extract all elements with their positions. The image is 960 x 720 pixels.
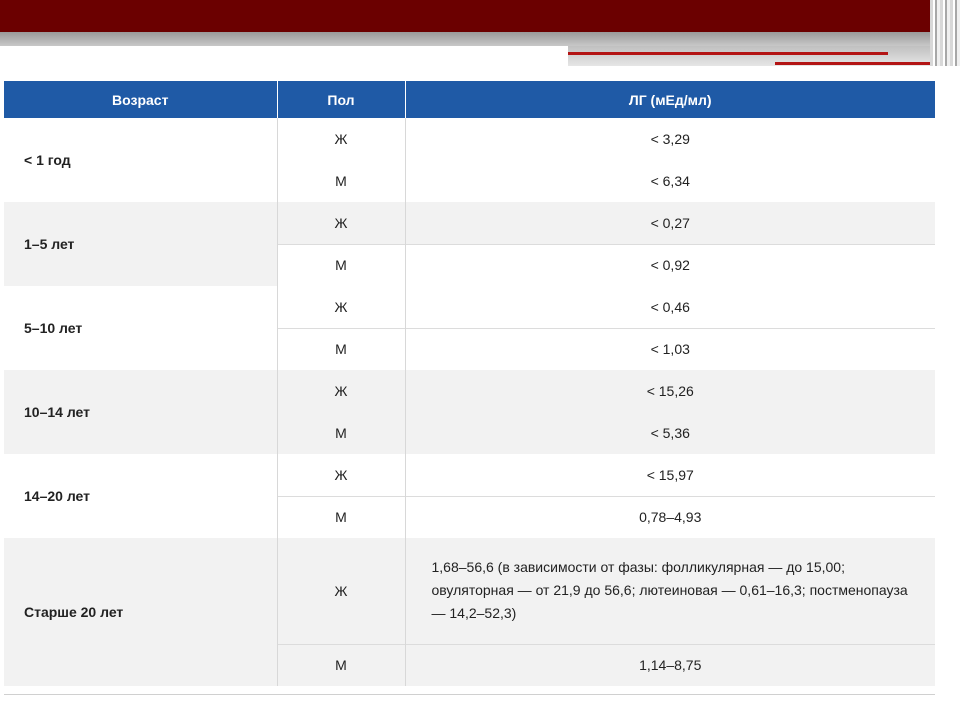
sex-cell: М [277, 412, 406, 454]
header-accent-line-short [775, 62, 940, 65]
age-cell: Старше 20 лет [4, 538, 278, 686]
age-cell: 10–14 лет [4, 370, 278, 454]
lh-value-cell: < 0,27 [405, 202, 935, 244]
age-cell: 14–20 лет [4, 454, 278, 538]
lh-value-cell: 1,68–56,6 (в зависимости от фазы: фоллик… [405, 538, 935, 644]
sex-cell: М [277, 243, 406, 286]
table-row: 5–10 лет Ж < 0,46 [4, 286, 935, 370]
slide: Возраст Пол ЛГ (мЕд/мл) < 1 год Ж < 3,29… [0, 0, 960, 720]
lh-value-cell: < 0,92 [405, 243, 935, 286]
header-sex: Пол [277, 81, 406, 118]
lh-value-cell: 0,78–4,93 [405, 495, 935, 538]
reference-table: Возраст Пол ЛГ (мЕд/мл) < 1 год Ж < 3,29… [4, 81, 935, 686]
sex-cell: Ж [277, 202, 406, 244]
header-age: Возраст [4, 81, 278, 118]
sex-cell: М [277, 160, 406, 202]
lh-value-cell: < 15,97 [405, 454, 935, 496]
sex-cell: Ж [277, 454, 406, 496]
header-stripes [930, 0, 960, 66]
age-cell: 5–10 лет [4, 286, 278, 370]
header-gray-band [0, 32, 930, 46]
sex-cell: Ж [277, 286, 406, 328]
table-row: 1–5 лет Ж < 0,27 [4, 202, 935, 286]
age-cell: 1–5 лет [4, 202, 278, 286]
sex-cell: М [277, 495, 406, 538]
sex-cell: Ж [277, 118, 406, 160]
table-row: 14–20 лет Ж < 15,97 [4, 454, 935, 538]
header-accent-line [568, 52, 888, 55]
header-bar [0, 0, 930, 32]
table-row: < 1 год Ж < 3,29 [4, 118, 935, 202]
sex-cell: М [277, 327, 406, 370]
header-lh: ЛГ (мЕд/мл) [405, 81, 935, 118]
lh-value-cell: < 0,46 [405, 286, 935, 328]
lh-value-cell: < 5,36 [405, 412, 935, 454]
lh-value-cell: < 1,03 [405, 327, 935, 370]
lh-value-cell: < 15,26 [405, 370, 935, 412]
table-header-row: Возраст Пол ЛГ (мЕд/мл) [4, 81, 935, 118]
lh-value-cell: < 6,34 [405, 160, 935, 202]
lh-value-cell: 1,14–8,75 [405, 643, 935, 686]
table-bottom-border [4, 694, 935, 695]
sex-cell: Ж [277, 370, 406, 412]
table-row: 10–14 лет Ж < 15,26 [4, 370, 935, 454]
sex-cell: Ж [277, 538, 406, 644]
age-cell: < 1 год [4, 118, 278, 202]
sex-cell: М [277, 643, 406, 686]
table-row: Старше 20 лет Ж 1,68–56,6 (в зависимости… [4, 538, 935, 686]
lh-value-cell: < 3,29 [405, 118, 935, 160]
